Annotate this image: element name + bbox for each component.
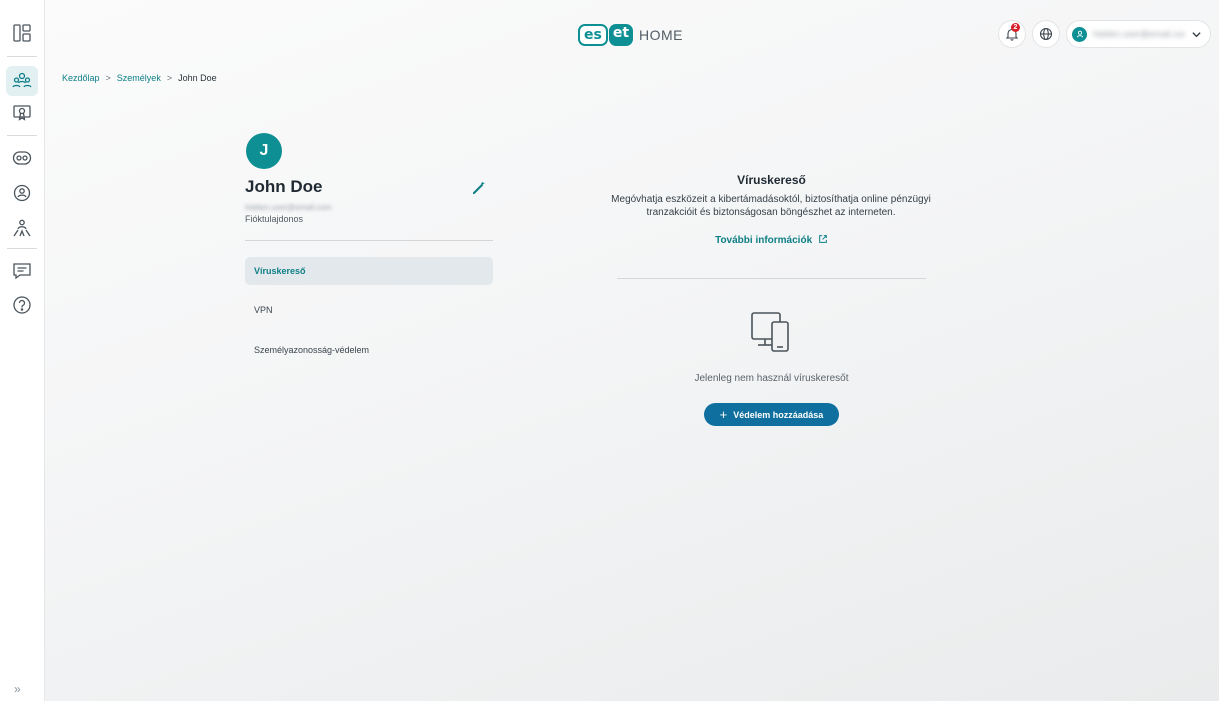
devices-button[interactable] [6, 143, 38, 173]
devices-icon [751, 312, 789, 352]
language-button[interactable] [1032, 20, 1060, 48]
security-icon [13, 184, 31, 202]
feedback-icon [13, 263, 31, 280]
more-info-label: További információk [715, 235, 813, 246]
family-button[interactable] [6, 213, 38, 243]
account-avatar [1072, 26, 1087, 42]
panel-description: Megóvhatja eszközeit a kibertámadásoktól… [611, 194, 931, 218]
breadcrumb: Kezdőlap > Személyek > John Doe [62, 73, 217, 83]
sidebar-divider [7, 135, 37, 136]
eset-home-logo[interactable]: es et HOME [578, 24, 683, 46]
plus-icon: + [719, 407, 728, 422]
feedback-button[interactable] [6, 256, 38, 286]
devices-icon [12, 151, 32, 165]
account-menu-button[interactable]: hidden.user@email.com [1066, 20, 1211, 48]
user-name: John Doe [245, 177, 323, 196]
security-button[interactable] [6, 178, 38, 208]
more-info-link[interactable]: További információk [617, 234, 926, 246]
add-protection-button[interactable]: + Védelem hozzáadása [704, 403, 839, 426]
menu-item-identity-protection[interactable]: Személyazonosság-védelem [245, 336, 493, 364]
main-content: es et HOME 2 hidden.user@email.com Kezdő… [45, 0, 1219, 701]
add-protection-label: Védelem hozzáadása [733, 409, 824, 420]
dashboard-button[interactable] [6, 18, 38, 48]
user-role: Fióktulajdonos [245, 214, 304, 224]
empty-state-text: Jelenleg nem használ víruskeresőt [694, 373, 849, 384]
edit-icon[interactable] [471, 180, 487, 196]
account-email: hidden.user@email.com [1093, 29, 1185, 39]
breadcrumb-people[interactable]: Személyek [117, 73, 161, 83]
licenses-button[interactable] [6, 98, 38, 128]
notification-badge: 2 [1011, 23, 1020, 32]
sidebar-divider [7, 248, 37, 249]
panel-divider [617, 278, 926, 279]
sidebar-divider [7, 56, 37, 57]
license-icon [13, 105, 31, 121]
user-email: hidden.user@email.com [245, 203, 332, 212]
chevron-down-icon [1192, 31, 1201, 37]
panel-title: Víruskereső [737, 173, 806, 187]
people-button[interactable] [6, 66, 38, 96]
external-link-icon [819, 235, 827, 243]
profile-divider [245, 240, 493, 241]
help-icon [13, 296, 31, 314]
dashboard-icon [13, 24, 31, 42]
top-actions: 2 hidden.user@email.com [998, 20, 1211, 48]
logo-suffix: HOME [639, 27, 684, 43]
breadcrumb-separator: > [166, 73, 173, 83]
user-avatar: J [246, 133, 282, 169]
notifications-button[interactable]: 2 [998, 20, 1026, 48]
people-icon [12, 72, 32, 88]
breadcrumb-current: John Doe [178, 73, 217, 83]
menu-item-vpn[interactable]: VPN [245, 296, 493, 324]
expand-sidebar-button[interactable]: » [14, 682, 21, 696]
eset-logo: es et [578, 24, 634, 46]
family-icon [13, 219, 31, 237]
sidebar: » [0, 0, 45, 701]
breadcrumb-separator: > [105, 73, 111, 83]
globe-icon [1039, 27, 1053, 41]
help-button[interactable] [6, 290, 38, 320]
breadcrumb-home[interactable]: Kezdőlap [62, 73, 100, 83]
menu-item-antivirus[interactable]: Víruskereső [245, 257, 493, 285]
user-icon [1076, 30, 1083, 38]
